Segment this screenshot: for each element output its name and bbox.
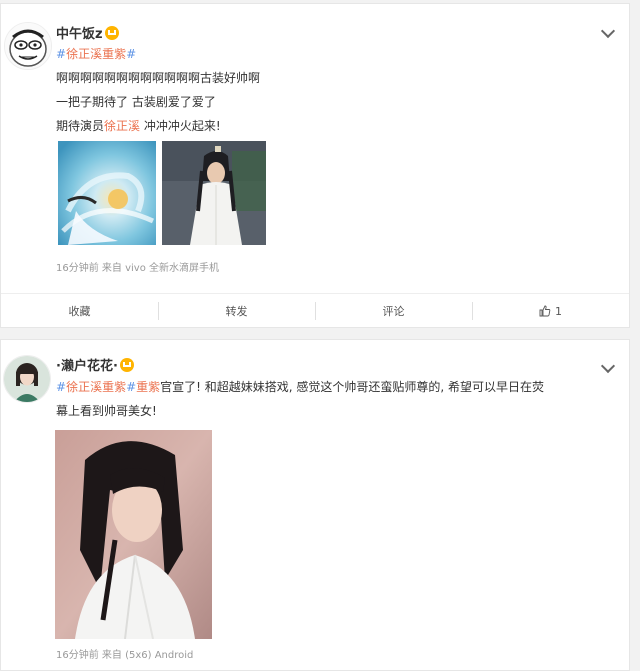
post-meta: 16分钟前 来自 vivo 全新水滴屏手机 bbox=[56, 263, 219, 274]
chevron-down-icon[interactable] bbox=[600, 358, 616, 374]
hashtag-link[interactable]: 徐正溪重紫 bbox=[66, 380, 126, 394]
text-segment: 官宣了! 和超越妹妹搭戏, 感觉这个帅哥还蛮贴师尊的, 希望可以早日在荧 bbox=[160, 380, 545, 394]
hash-symbol[interactable]: # bbox=[56, 380, 66, 394]
hashtag-link[interactable]: 徐正溪重紫 bbox=[66, 47, 126, 61]
username[interactable]: ·濑户花花· bbox=[56, 355, 134, 374]
favorite-button[interactable]: 收藏 bbox=[1, 294, 158, 328]
hashtag-link[interactable]: 重紫 bbox=[136, 380, 160, 394]
hash-symbol[interactable]: # bbox=[56, 47, 66, 61]
post-card-2: ·濑户花花· #徐正溪重紫#重紫官宣了! 和超越妹妹搭戏, 感觉这个帅哥还蛮贴师… bbox=[0, 339, 630, 671]
username-text[interactable]: ·濑户花花· bbox=[56, 359, 118, 374]
post-image-1[interactable] bbox=[58, 141, 156, 245]
post-text-line: 幕上看到帅哥美女! bbox=[56, 404, 157, 418]
hash-symbol[interactable]: # bbox=[126, 47, 136, 61]
crown-icon bbox=[119, 358, 134, 372]
hash-symbol[interactable]: # bbox=[126, 380, 136, 394]
like-button[interactable]: 1 bbox=[472, 294, 629, 328]
avatar[interactable] bbox=[3, 355, 51, 403]
crown-icon bbox=[104, 26, 119, 40]
favorite-label: 收藏 bbox=[68, 305, 91, 318]
post-text-line: 啊啊啊啊啊啊啊啊啊啊啊啊古装好帅啊 bbox=[56, 71, 261, 85]
thumbs-up-icon bbox=[539, 305, 551, 317]
text-segment: 冲冲冲火起来! bbox=[140, 119, 221, 133]
post-text-line: 期待演员徐正溪 冲冲冲火起来! bbox=[56, 117, 221, 135]
post-text-line: 一把子期待了 古装剧爱了爱了 bbox=[56, 95, 216, 109]
post-card-1: 中午饭z #徐正溪重紫# 啊啊啊啊啊啊啊啊啊啊啊啊古装好帅啊 一把子期待了 古装… bbox=[0, 3, 630, 328]
chevron-down-icon[interactable] bbox=[600, 23, 616, 39]
repost-label: 转发 bbox=[225, 305, 248, 318]
action-bar: 收藏 转发 评论 1 bbox=[1, 293, 629, 328]
post-image-2[interactable] bbox=[162, 141, 266, 245]
like-count: 1 bbox=[555, 304, 562, 318]
text-segment: 期待演员 bbox=[56, 119, 105, 133]
comment-label: 评论 bbox=[382, 305, 405, 318]
username[interactable]: 中午饭z bbox=[56, 23, 119, 42]
hashtag-line: #徐正溪重紫# bbox=[56, 45, 136, 63]
username-text[interactable]: 中午饭z bbox=[56, 27, 103, 42]
comment-button[interactable]: 评论 bbox=[315, 294, 472, 328]
mention-link[interactable]: 徐正溪 bbox=[104, 119, 140, 133]
post-image[interactable] bbox=[55, 430, 212, 639]
avatar[interactable] bbox=[4, 22, 52, 70]
post-text-line: #徐正溪重紫#重紫官宣了! 和超越妹妹搭戏, 感觉这个帅哥还蛮贴师尊的, 希望可… bbox=[56, 378, 544, 396]
repost-button[interactable]: 转发 bbox=[158, 294, 315, 328]
